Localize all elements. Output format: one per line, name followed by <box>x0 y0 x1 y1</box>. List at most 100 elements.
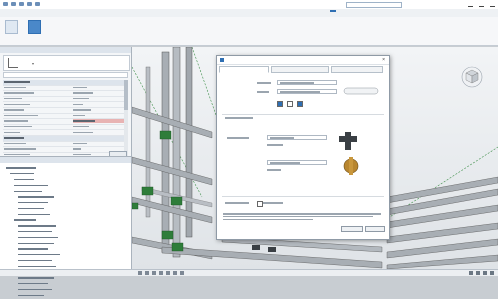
fitting[interactable] <box>170 196 183 206</box>
dialog-tab[interactable] <box>219 66 269 73</box>
help-text <box>223 212 383 221</box>
pipe-horizontal[interactable] <box>386 254 498 269</box>
select-underlay-icon[interactable] <box>483 271 487 275</box>
option-checkbox[interactable] <box>287 101 293 107</box>
tree-item[interactable] <box>18 248 126 252</box>
modify-tool-icon[interactable] <box>5 20 18 34</box>
close-icon[interactable]: × <box>382 57 385 63</box>
scale-icon[interactable] <box>138 271 142 275</box>
type-label <box>257 90 269 93</box>
tree-item[interactable] <box>18 288 126 293</box>
tree-item[interactable] <box>14 190 126 195</box>
pipe-horizontal[interactable] <box>386 222 498 244</box>
ok-button[interactable] <box>341 226 363 232</box>
view-cube[interactable] <box>461 66 483 88</box>
fitting-field[interactable] <box>267 135 327 140</box>
tree-item[interactable] <box>10 173 126 177</box>
undo-icon[interactable] <box>19 2 24 6</box>
option-label <box>225 201 249 204</box>
pipe-horizontal[interactable] <box>132 106 213 139</box>
dialog-tab[interactable] <box>331 66 383 73</box>
fitting-sub-label <box>267 143 283 146</box>
tree-item[interactable] <box>18 283 126 287</box>
valves <box>252 245 276 252</box>
dialog-title-bar: × <box>217 56 389 65</box>
pipe-vertical[interactable] <box>185 47 193 238</box>
fitting[interactable] <box>141 186 154 196</box>
pipe-vertical[interactable] <box>161 51 170 253</box>
tab-modify[interactable] <box>330 10 336 12</box>
cancel-button[interactable] <box>365 226 385 232</box>
tree-item[interactable] <box>18 225 126 229</box>
valve[interactable] <box>268 247 276 252</box>
tree-item[interactable] <box>18 236 126 241</box>
crop-view-icon[interactable] <box>173 271 177 275</box>
properties-scrollbar[interactable] <box>124 80 128 160</box>
option-checkbox[interactable] <box>277 101 283 107</box>
app-icon <box>220 58 224 62</box>
filter-icon[interactable] <box>469 271 473 275</box>
tree-item[interactable] <box>18 294 126 299</box>
fitting[interactable] <box>171 242 184 252</box>
chevron-down-icon[interactable]: ▾ <box>32 61 34 66</box>
section-divider <box>222 196 384 197</box>
save-icon[interactable] <box>11 2 16 6</box>
fitting-label <box>227 136 249 139</box>
tree-item[interactable] <box>14 219 126 223</box>
scroll-thumb[interactable] <box>124 80 128 110</box>
properties-tool-icon[interactable] <box>28 20 41 34</box>
type-selector[interactable]: ▾ <box>3 55 130 71</box>
open-icon[interactable] <box>3 2 8 6</box>
temporary-hide-icon[interactable] <box>180 271 184 275</box>
valve[interactable] <box>252 245 260 250</box>
project-browser-header <box>0 157 131 163</box>
pipe-vertical[interactable] <box>172 47 181 258</box>
tree-item[interactable] <box>18 259 126 264</box>
redo-icon[interactable] <box>27 2 32 6</box>
tree-item[interactable] <box>18 202 126 206</box>
selection-filters <box>469 271 494 275</box>
option-checkbox[interactable] <box>297 101 303 107</box>
pipe-horizontal[interactable] <box>132 156 213 186</box>
search-input[interactable] <box>346 2 402 8</box>
visual-style-icon[interactable] <box>152 271 156 275</box>
horizontal-pipes-right <box>386 176 498 269</box>
close-icon[interactable] <box>490 2 495 7</box>
horizontal-pipes-bottom <box>161 236 383 269</box>
tree-item[interactable] <box>18 213 126 218</box>
tree-item[interactable] <box>6 167 126 171</box>
fitting[interactable] <box>161 230 174 240</box>
section-label <box>225 116 253 119</box>
tree-item[interactable] <box>18 277 126 281</box>
maximize-icon[interactable] <box>479 2 484 7</box>
project-tree <box>6 166 126 299</box>
quick-access-toolbar[interactable] <box>3 2 40 6</box>
instance-selector[interactable] <box>3 72 128 78</box>
fitting-preview-image <box>339 132 357 150</box>
select-pinned-icon[interactable] <box>490 271 494 275</box>
vertical-pipes <box>145 47 193 258</box>
type-properties-dialog: × <box>216 55 390 240</box>
detail-level-icon[interactable] <box>145 271 149 275</box>
fitting[interactable] <box>132 202 139 210</box>
tree-item[interactable] <box>18 254 126 258</box>
fitting[interactable] <box>159 130 172 140</box>
print-icon[interactable] <box>35 2 40 6</box>
tree-item[interactable] <box>18 242 126 247</box>
tree-item[interactable] <box>14 178 126 183</box>
select-links-icon[interactable] <box>476 271 480 275</box>
pipe-horizontal[interactable] <box>386 238 498 259</box>
dialog-tabs <box>219 65 387 73</box>
sun-path-icon[interactable] <box>159 271 163 275</box>
family-field[interactable] <box>277 80 337 85</box>
type-field[interactable] <box>277 89 337 94</box>
minimize-icon[interactable] <box>468 2 473 7</box>
dialog-tab[interactable] <box>271 66 329 73</box>
shadows-icon[interactable] <box>166 271 170 275</box>
tree-item[interactable] <box>18 230 126 235</box>
fitting-field-2[interactable] <box>267 160 327 165</box>
tree-item[interactable] <box>14 184 126 189</box>
section-divider <box>222 114 384 115</box>
tree-item[interactable] <box>18 196 126 200</box>
tree-item[interactable] <box>18 207 126 212</box>
